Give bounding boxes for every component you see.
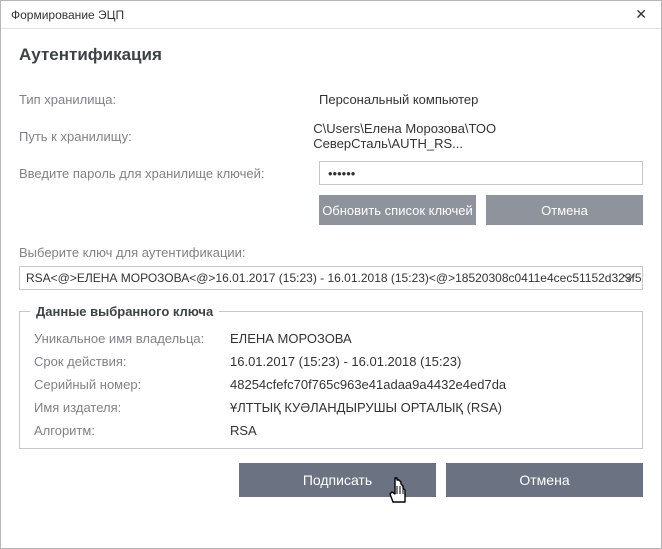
issuer-label: Имя издателя: — [30, 400, 230, 415]
close-icon[interactable]: ✕ — [629, 6, 653, 23]
storage-type-row: Тип хранилища: Персональный компьютер — [19, 87, 643, 111]
algorithm-row: Алгоритм: RSA — [30, 423, 632, 438]
validity-row: Срок действия: 16.01.2017 (15:23) - 16.0… — [30, 354, 632, 369]
select-key-label: Выберите ключ для аутентификации: — [19, 245, 643, 260]
key-data-fieldset: Данные выбранного ключа Уникальное имя в… — [19, 304, 643, 449]
validity-label: Срок действия: — [30, 354, 230, 369]
algorithm-label: Алгоритм: — [30, 423, 230, 438]
storage-path-label: Путь к хранилищу: — [19, 129, 313, 144]
auth-cancel-button[interactable]: Отмена — [486, 195, 643, 225]
window-title: Формирование ЭЦП — [11, 8, 124, 22]
storage-type-label: Тип хранилища: — [19, 92, 319, 107]
content-area: Аутентификация Тип хранилища: Персональн… — [1, 29, 661, 507]
password-input[interactable] — [319, 161, 643, 185]
password-row: Введите пароль для хранилище ключей: — [19, 161, 643, 185]
algorithm-value: RSA — [230, 423, 632, 438]
refresh-keys-button[interactable]: Обновить список ключей — [319, 195, 476, 225]
titlebar: Формирование ЭЦП ✕ — [1, 1, 661, 29]
issuer-row: Имя издателя: ҰЛТТЫҚ КУӘЛАНДЫРУШЫ ОРТАЛЫ… — [30, 400, 632, 415]
storage-type-value: Персональный компьютер — [319, 92, 478, 107]
footer-button-row: Подписать Отмена — [19, 463, 643, 497]
digital-signature-window: Формирование ЭЦП ✕ Аутентификация Тип хр… — [0, 0, 662, 549]
issuer-value: ҰЛТТЫҚ КУӘЛАНДЫРУШЫ ОРТАЛЫҚ (RSA) — [230, 400, 632, 415]
serial-label: Серийный номер: — [30, 377, 230, 392]
key-select[interactable]: RSA<@>ЕЛЕНА МОРОЗОВА<@>16.01.2017 (15:23… — [19, 266, 643, 290]
key-select-value: RSA<@>ЕЛЕНА МОРОЗОВА<@>16.01.2017 (15:23… — [26, 271, 643, 285]
owner-row: Уникальное имя владельца: ЕЛЕНА МОРОЗОВА — [30, 331, 632, 346]
password-label: Введите пароль для хранилище ключей: — [19, 166, 319, 181]
key-data-legend: Данные выбранного ключа — [30, 304, 219, 319]
sign-button[interactable]: Подписать — [239, 463, 436, 497]
storage-path-row: Путь к хранилищу: C\Users\Елена Морозова… — [19, 121, 643, 151]
serial-value: 48254cfefc70f765c963e41adaa9a4432e4ed7da — [230, 377, 632, 392]
chevron-down-icon — [620, 267, 638, 289]
validity-value: 16.01.2017 (15:23) - 16.01.2018 (15:23) — [230, 354, 632, 369]
owner-label: Уникальное имя владельца: — [30, 331, 230, 346]
auth-button-row: Обновить список ключей Отмена — [19, 195, 643, 225]
auth-heading: Аутентификация — [19, 45, 643, 65]
owner-value: ЕЛЕНА МОРОЗОВА — [230, 331, 632, 346]
serial-row: Серийный номер: 48254cfefc70f765c963e41a… — [30, 377, 632, 392]
storage-path-value: C\Users\Елена Морозова\ТОО СеверСталь\AU… — [313, 121, 643, 151]
footer-cancel-button[interactable]: Отмена — [446, 463, 643, 497]
